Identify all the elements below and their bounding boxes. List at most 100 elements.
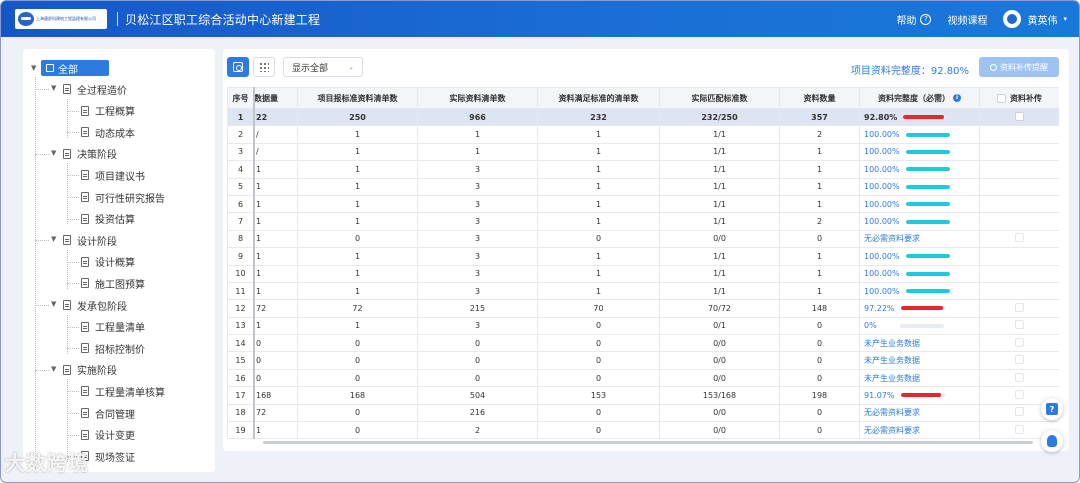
completeness-cell: 无必需资料要求 — [859, 229, 980, 249]
filter-select[interactable]: 显示全部 ⌄ — [283, 57, 363, 77]
row-checkbox[interactable] — [1015, 337, 1024, 347]
row-checkbox[interactable] — [1015, 407, 1024, 417]
supplement-reminder-button[interactable]: 资料补传提醒 — [979, 57, 1059, 77]
company-logo[interactable]: 上海唐舒科建筑工程监理有限公司 — [15, 9, 107, 29]
completeness-cell: 92.80% — [859, 107, 980, 127]
tree-collapse-icon[interactable]: ▼ — [51, 235, 56, 243]
tree-item-label: 设计变更 — [95, 431, 135, 443]
select-all-checkbox[interactable] — [997, 93, 1006, 103]
tree-child-item[interactable]: 动态成本 — [81, 124, 135, 140]
tree-child-item[interactable]: 工程量清单核算 — [81, 383, 165, 399]
tree-collapse-icon[interactable]: ▼ — [51, 300, 56, 308]
table-row[interactable]: 19 1 0 2 0 0/0 0 无必需资料要求 — [227, 421, 1059, 440]
table-row[interactable]: 17 168 168 504 153 153/168 198 91.07% — [227, 386, 1059, 405]
table-row[interactable]: 6 1 1 3 1 1/1 1 100.00% — [227, 194, 1059, 214]
tree-group-item[interactable]: 发承包阶段 — [63, 297, 127, 313]
tips-float-button[interactable] — [1041, 430, 1063, 452]
tree-collapse-icon[interactable]: ▼ — [51, 149, 56, 157]
help-link[interactable]: 帮助 ? — [896, 12, 932, 27]
table-cell-e: 0 — [779, 229, 860, 249]
table-row[interactable]: 4 1 1 3 1 1/1 1 100.00% — [227, 160, 1059, 179]
row-checkbox[interactable] — [1015, 111, 1024, 121]
row-checkbox[interactable] — [1015, 355, 1024, 365]
tree-group-item[interactable]: 实施阶段 — [63, 362, 117, 378]
table-cell-b: 3 — [417, 160, 538, 179]
info-icon[interactable]: i — [953, 94, 961, 102]
table-cell-a: 0 — [297, 368, 418, 388]
row-checkbox[interactable] — [1015, 233, 1024, 243]
tree-child-item[interactable]: 合同管理 — [81, 405, 135, 421]
supplement-cell — [979, 142, 1059, 162]
tree-child-item[interactable]: 可行性研究报告 — [81, 189, 165, 205]
table-cell-d: 0/0 — [659, 334, 780, 353]
scan-view-button[interactable] — [227, 57, 249, 77]
tree-child-item[interactable]: 工程量清单 — [81, 319, 145, 335]
table-row[interactable]: 7 1 1 3 1 1/1 2 100.00% — [227, 212, 1059, 231]
table-cell-b: 0 — [417, 351, 538, 370]
column-header-label: 数据量 — [254, 93, 278, 103]
table-cell-c: 1 — [537, 212, 660, 231]
video-course-link[interactable]: 视频课程 — [947, 12, 987, 27]
table-cell-e: 1 — [779, 247, 860, 266]
row-checkbox[interactable] — [1015, 372, 1024, 382]
tree-child-item[interactable]: 设计变更 — [81, 427, 135, 443]
tree-item-label: 实施阶段 — [77, 366, 117, 378]
project-completeness: 项目资料完整度：92.80% — [850, 66, 969, 77]
row-checkbox[interactable] — [1015, 389, 1024, 399]
horizontal-scrollbar[interactable] — [263, 441, 1033, 444]
table-row[interactable]: 14 0 0 0 0 0/0 0 未产生业务数据 — [227, 334, 1059, 353]
tree-group-item[interactable]: 设计阶段 — [63, 232, 117, 248]
table-row[interactable]: 5 1 1 3 1 1/1 1 100.00% — [227, 177, 1059, 196]
table-cell-b: 216 — [417, 403, 538, 423]
tree-item-all[interactable]: 全部 — [41, 60, 109, 76]
table-cell-d: 1/1 — [659, 247, 780, 266]
table-row[interactable]: 10 1 1 3 1 1/1 1 100.00% — [227, 264, 1059, 283]
tree-child-item[interactable]: 招标控制价 — [81, 340, 145, 356]
table-cell-a: 0 — [297, 229, 418, 249]
user-menu[interactable]: 黄英伟 ▾ — [1003, 10, 1067, 28]
row-checkbox[interactable] — [1015, 424, 1024, 434]
help-float-button[interactable]: ? — [1041, 398, 1063, 420]
tree-connector — [35, 305, 49, 306]
tree-child-item[interactable]: 设计概算 — [81, 254, 135, 270]
table-row[interactable]: 2/1 1 1 1/1 2 100.00% — [227, 125, 1059, 144]
table-row[interactable]: 13 1 1 3 0 0/1 0 0% — [227, 316, 1059, 336]
row-checkbox[interactable] — [1015, 320, 1024, 330]
table-row[interactable]: 16 0 0 0 0 0/0 0 未产生业务数据 — [227, 368, 1059, 388]
tree-child-item[interactable]: 工程概算 — [81, 103, 135, 119]
grid-view-button[interactable] — [253, 57, 275, 77]
row-checkbox[interactable] — [1015, 302, 1024, 312]
table-row[interactable]: 18 72 0 216 0 0/0 0 无必需资料要求 — [227, 403, 1059, 423]
tree-child-item[interactable]: 施工图预算 — [81, 275, 145, 291]
tree-connector — [67, 218, 79, 220]
completeness-progress-bar — [905, 254, 950, 259]
progress-fill — [905, 289, 950, 294]
table-cell-idx: 12 — [227, 299, 254, 318]
completeness-note: 未产生业务数据 — [864, 373, 920, 383]
tree-group-item[interactable]: 决策阶段 — [63, 146, 117, 162]
tree-collapse-icon[interactable]: ▼ — [31, 64, 36, 72]
table-cell-d: 1/1 — [659, 281, 780, 301]
supplement-cell — [979, 125, 1059, 144]
table-row[interactable]: 3/1 1 1 1/1 1 100.00% — [227, 142, 1059, 162]
table-row[interactable]: 9 1 1 3 1 1/1 1 100.00% — [227, 247, 1059, 266]
tree-collapse-icon[interactable]: ▼ — [51, 84, 56, 92]
tree-child-item[interactable]: 投资估算 — [81, 211, 135, 227]
table-row[interactable]: 11 1 1 3 1 1/1 1 100.00% — [227, 281, 1059, 301]
table-cell-a: 0 — [297, 351, 418, 370]
table-cell-idx: 7 — [227, 212, 254, 231]
tree-child-item[interactable]: 现场签证 — [81, 448, 135, 464]
completeness-progress-bar — [900, 306, 945, 311]
tree-child-item[interactable]: 项目建议书 — [81, 167, 145, 183]
column-header[interactable]: 资料补传 — [979, 87, 1059, 109]
table-row[interactable]: 12 72 72 215 70 70/72 148 97.22% — [227, 299, 1059, 318]
table-cell-d: 1/1 — [659, 160, 780, 179]
table-row[interactable]: 1 22 250 966 232 232/250 357 92.80% — [227, 107, 1059, 127]
table-row[interactable]: 8 1 0 3 0 0/0 0 无必需资料要求 — [227, 229, 1059, 249]
table-row[interactable]: 15 0 0 0 0 0/0 0 未产生业务数据 — [227, 351, 1059, 370]
completeness-progress-bar — [903, 115, 948, 120]
supplement-cell — [979, 334, 1059, 353]
project-title: 贝松江区职工综合活动中心新建工程 — [125, 13, 321, 27]
tree-group-item[interactable]: 全过程造价 — [63, 81, 127, 97]
tree-collapse-icon[interactable]: ▼ — [51, 365, 56, 373]
